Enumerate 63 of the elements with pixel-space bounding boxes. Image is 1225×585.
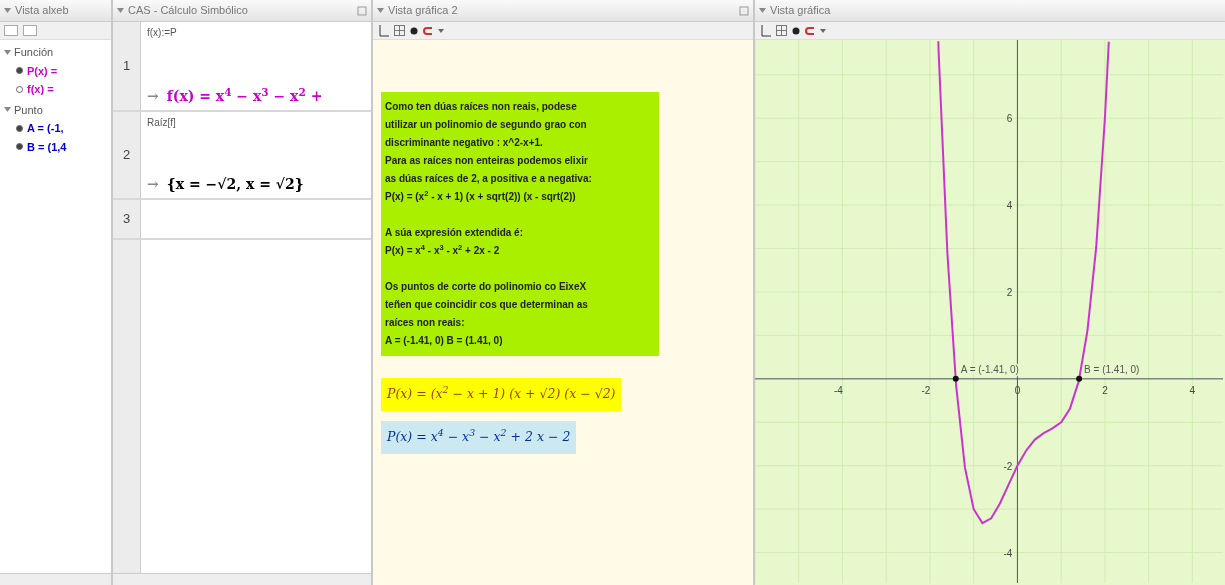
tick-label: -4 <box>834 384 843 396</box>
collapse-icon[interactable] <box>4 7 11 14</box>
toolbar-button[interactable] <box>4 25 18 36</box>
visibility-dot[interactable] <box>16 85 23 93</box>
collapse-icon[interactable] <box>4 106 11 114</box>
object-label: f(x) = <box>27 82 54 97</box>
text-paragraph: Como ten dúas raíces non reais, podese utilizar un polinomio de segundo grao con discriminante negativo : x^2-x+1. Para as raíces non enteiras podemos elixir as dúas raíces de 2, a positiva e a negativa: P(x) = (x$^{2}$ - x + 1) (x + sqrt(2)) (x - sqrt(2)) <box>385 100 593 204</box>
arrow: → <box>147 87 159 106</box>
toolbar-button[interactable] <box>23 25 37 36</box>
row-number: 2 <box>113 112 141 198</box>
tick-label: 4 <box>1189 384 1196 396</box>
point-marker[interactable] <box>1076 375 1083 382</box>
scrollbar[interactable] <box>113 573 371 585</box>
formula: P(x) = x$^{4}$ − x$^{3}$ − x$^{2}$ + 2 x − 2 <box>381 420 577 454</box>
row-number: 3 <box>113 200 141 238</box>
collapse-icon[interactable] <box>4 48 11 56</box>
panel-title: Vista gráfica <box>770 3 831 19</box>
object-label: A = (-1, <box>27 121 64 136</box>
tick-label: -2 <box>1003 460 1013 472</box>
tick-label: -2 <box>921 384 931 396</box>
formula: P(x) = (x$^{2}$ − x + 1) (x + √2) (x − √2) <box>381 378 622 411</box>
point-marker[interactable] <box>952 375 959 382</box>
dot-icon[interactable] <box>792 26 800 35</box>
maximize-icon[interactable] <box>739 5 749 16</box>
visibility-dot[interactable] <box>16 143 23 151</box>
collapse-icon[interactable] <box>117 7 124 14</box>
input-text[interactable]: f(x):=P <box>147 25 323 40</box>
input-text[interactable]: Raíz[f] <box>147 115 304 130</box>
output-expression: f(x) = x$^{4}$ − x$^{3}$ − x$^{2}$ + <box>166 86 323 106</box>
tick-label: 6 <box>1006 113 1013 125</box>
visibility-dot[interactable] <box>16 124 23 132</box>
magnet-icon[interactable] <box>423 25 433 36</box>
tick-label: 2 <box>1102 384 1108 396</box>
tick-label: 0 <box>1014 384 1021 396</box>
axes-icon[interactable] <box>377 24 389 37</box>
tick-label: 2 <box>1006 286 1013 298</box>
panel-title: Vista alxeb <box>15 3 69 19</box>
object-label: B = (1,4 <box>27 139 67 155</box>
row-number: 1 <box>113 22 141 110</box>
scrollbar[interactable] <box>0 573 111 585</box>
magnet-icon[interactable] <box>805 25 815 36</box>
dot-icon[interactable] <box>410 26 418 35</box>
text-paragraph: A súa expresión extendida é: P(x) = x$^{4}$ - x$^{3}$ - x$^{2}$ + 2x - 2 <box>385 226 524 258</box>
collapse-icon[interactable] <box>759 7 766 14</box>
tick-label: 4 <box>1006 200 1013 212</box>
text-paragraph: Os puntos de corte do polinomio co EixeX teñen que coincidir cos que determinan as raíces non reais: A = (-1.41, 0) B = (1.41, 0) <box>385 280 589 348</box>
caret-icon[interactable] <box>438 28 444 33</box>
grid-icon[interactable] <box>776 25 787 36</box>
grid-icon[interactable] <box>394 25 405 36</box>
tick-label: -4 <box>1003 547 1013 559</box>
axes-icon[interactable] <box>759 24 771 37</box>
point-label: B = (1.41, 0) <box>1084 363 1140 375</box>
arrow: → <box>147 175 159 194</box>
output-expression: {x = −√2, x = √2} <box>166 175 304 194</box>
object-label: P(x) = <box>27 63 58 79</box>
panel-title: CAS - Cálculo Simbólico <box>128 3 248 19</box>
maximize-icon[interactable] <box>357 5 367 16</box>
collapse-icon[interactable] <box>377 7 384 14</box>
category-label: Punto <box>14 102 43 118</box>
category-label: Función <box>14 45 54 60</box>
caret-icon[interactable] <box>820 28 826 33</box>
visibility-dot[interactable] <box>16 67 23 75</box>
panel-title: Vista gráfica 2 <box>388 3 458 19</box>
